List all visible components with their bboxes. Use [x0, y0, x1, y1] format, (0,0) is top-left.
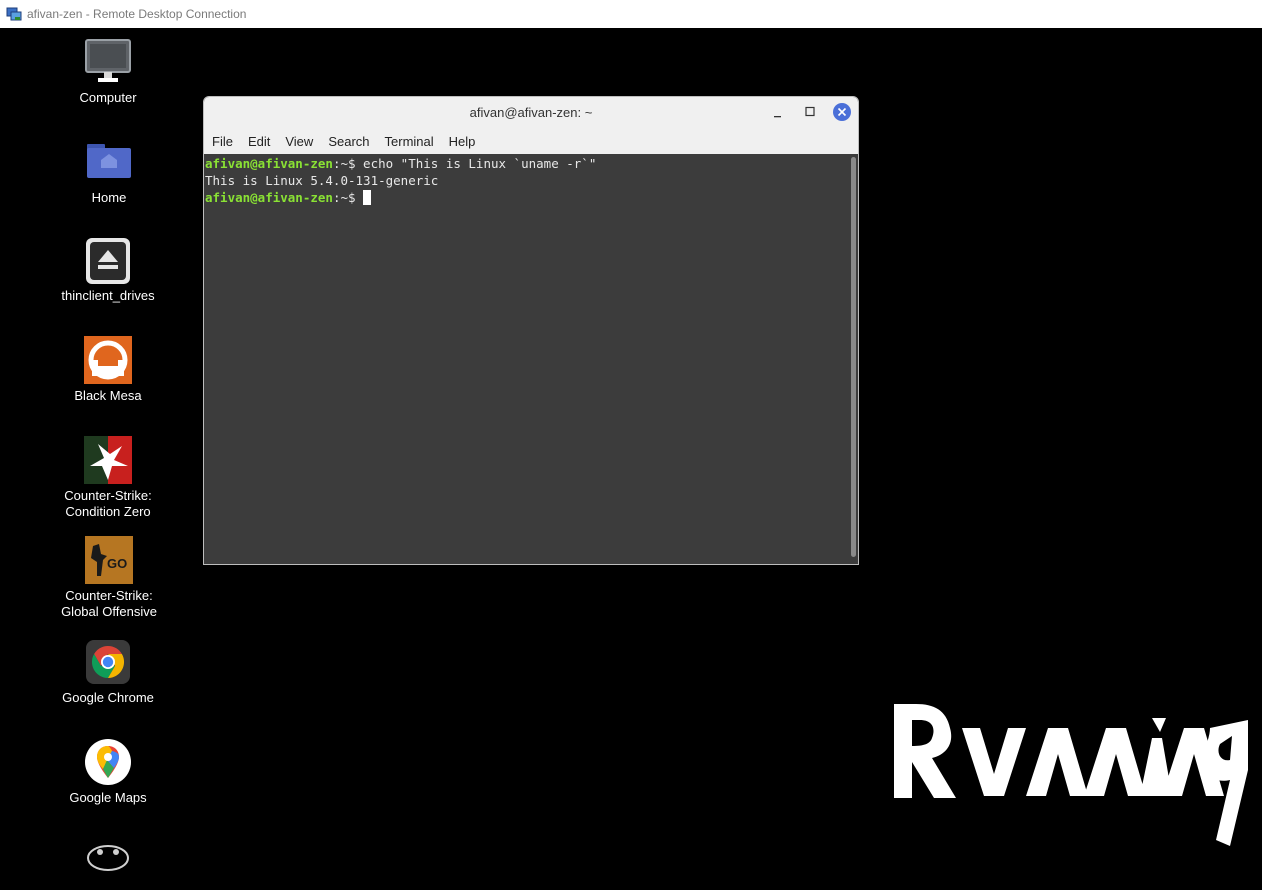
desktop-icon-computer[interactable]: Computer [53, 38, 163, 106]
terminal-line: afivan@afivan-zen:~$ [205, 189, 858, 206]
terminal-titlebar[interactable]: afivan@afivan-zen: ~ [204, 97, 858, 128]
close-button[interactable] [830, 101, 854, 123]
text-cursor [363, 190, 372, 205]
maximize-icon [805, 106, 815, 117]
close-icon [833, 103, 851, 121]
prompt-user-host: afivan@afivan-zen [205, 190, 333, 205]
desktop-icon-thinclient-drives[interactable]: thinclient_drives [53, 236, 163, 304]
computer-icon [84, 38, 132, 86]
google-maps-icon [84, 738, 132, 786]
menu-view[interactable]: View [281, 134, 321, 149]
prompt-cwd: :~$ [332, 190, 364, 205]
menu-help[interactable]: Help [445, 134, 484, 149]
menu-terminal[interactable]: Terminal [381, 134, 442, 149]
black-mesa-icon [84, 336, 132, 384]
terminal-output[interactable]: afivan@afivan-zen:~$ echo "This is Linux… [204, 154, 858, 564]
desktop-icon-home[interactable]: Home [54, 138, 164, 206]
prompt-user-host: afivan@afivan-zen [205, 156, 333, 171]
desktop-icon-google-chrome[interactable]: Google Chrome [53, 638, 163, 706]
maximize-button[interactable] [798, 101, 822, 123]
command-text: echo "This is Linux `uname -r`" [363, 156, 597, 171]
home-folder-icon [85, 138, 133, 186]
running-logo-icon [894, 704, 1248, 846]
terminal-title: afivan@afivan-zen: ~ [469, 105, 593, 120]
prompt-cwd: :~$ [332, 156, 364, 171]
terminal-scrollbar[interactable] [851, 157, 856, 557]
desktop-icon-partial[interactable] [53, 838, 163, 890]
desktop-icon-black-mesa[interactable]: Black Mesa [53, 336, 163, 404]
cs-condition-zero-icon [84, 436, 132, 484]
rdp-window-title: afivan-zen - Remote Desktop Connection [27, 7, 247, 21]
chrome-icon [84, 638, 132, 686]
desktop-icon-google-maps[interactable]: Google Maps [53, 738, 163, 806]
wallpaper-logo [890, 700, 1252, 848]
app-icon [84, 838, 132, 886]
menu-file[interactable]: File [208, 134, 241, 149]
output-text: This is Linux 5.4.0-131-generic [205, 173, 439, 188]
terminal-window[interactable]: afivan@afivan-zen: ~ File Edit View Sear… [203, 96, 859, 565]
terminal-menubar: File Edit View Search Terminal Help [204, 128, 858, 154]
terminal-line: afivan@afivan-zen:~$ echo "This is Linux… [205, 155, 858, 172]
minimize-button[interactable] [766, 101, 790, 123]
svg-text:GO: GO [107, 556, 127, 571]
menu-edit[interactable]: Edit [244, 134, 278, 149]
terminal-line: This is Linux 5.4.0-131-generic [205, 172, 858, 189]
remote-desktop-icon [6, 6, 22, 22]
minimize-icon [774, 116, 781, 118]
menu-search[interactable]: Search [324, 134, 377, 149]
desktop-icon-cs-condition-zero[interactable]: Counter-Strike: Condition Zero [53, 436, 163, 520]
rdp-titlebar[interactable]: afivan-zen - Remote Desktop Connection [0, 0, 1262, 28]
csgo-icon: GO [85, 536, 133, 584]
eject-drive-icon [84, 236, 132, 284]
desktop-icon-csgo[interactable]: GO Counter-Strike: Global Offensive [54, 536, 164, 620]
